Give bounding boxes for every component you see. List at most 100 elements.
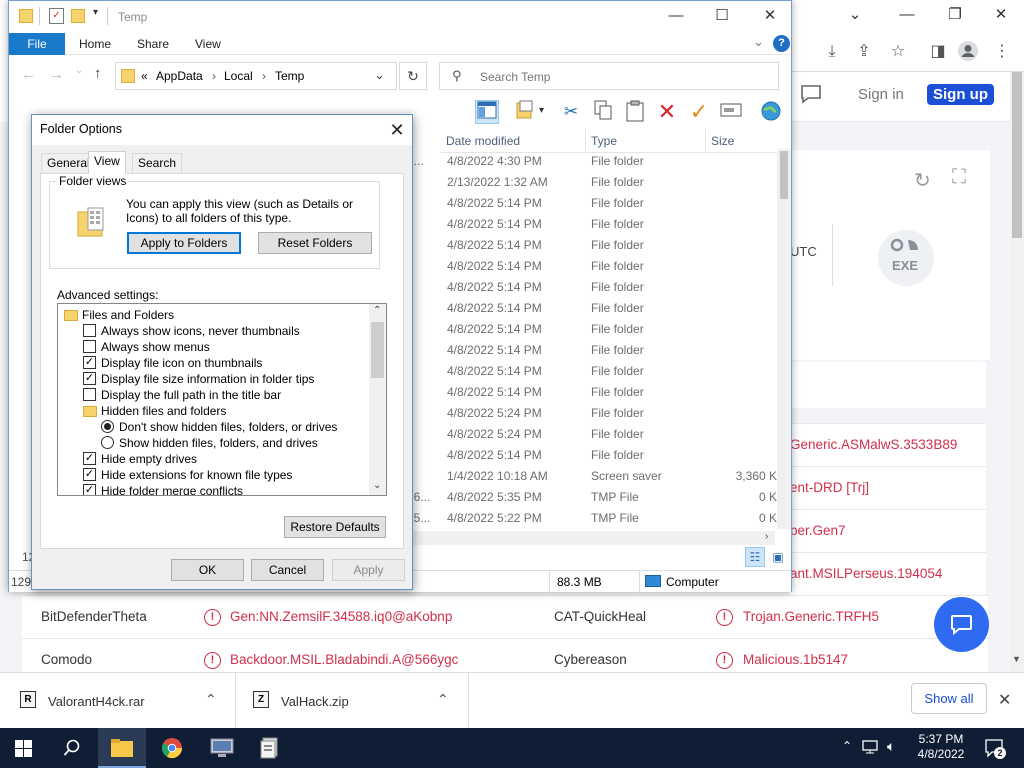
- show-all-button[interactable]: Show all: [911, 683, 987, 714]
- chat-bubble-icon[interactable]: [800, 84, 822, 107]
- checkbox[interactable]: ✓: [83, 356, 96, 369]
- setting-item[interactable]: ✓ Hide empty drives: [62, 451, 372, 467]
- column-type[interactable]: Type: [591, 134, 617, 148]
- restore-icon[interactable]: ❐: [940, 0, 970, 30]
- chevron-up-icon[interactable]: ⌃: [842, 739, 852, 753]
- properties-icon[interactable]: ✓: [49, 8, 64, 24]
- table-row[interactable]: 4/8/2022 5:14 PM File folder: [407, 298, 777, 319]
- ribbon-home-tab[interactable]: Home: [79, 37, 111, 51]
- column-divider[interactable]: [705, 129, 706, 153]
- checkbox[interactable]: [83, 388, 96, 401]
- table-row[interactable]: 3... 4/8/2022 4:30 PM File folder: [407, 151, 777, 172]
- scroll-down-icon[interactable]: ⌄: [373, 480, 381, 491]
- chat-widget-button[interactable]: [934, 597, 989, 652]
- paste-icon[interactable]: [623, 100, 647, 124]
- help-icon[interactable]: ?: [773, 35, 790, 52]
- details-view-icon[interactable]: ☷: [745, 547, 765, 567]
- table-row[interactable]: 4/8/2022 5:14 PM File folder: [407, 277, 777, 298]
- scrollbar-thumb[interactable]: [371, 322, 384, 378]
- forward-arrow-icon[interactable]: →: [49, 66, 64, 83]
- volume-icon[interactable]: 🔈︎: [887, 738, 895, 755]
- setting-item[interactable]: Always show menus: [62, 339, 372, 355]
- page-scrollbar[interactable]: ▼: [1010, 72, 1024, 672]
- graph-icon[interactable]: ⛶: [952, 166, 966, 189]
- breadcrumb-appdata[interactable]: AppData: [156, 69, 203, 83]
- table-row[interactable]: 4/8/2022 5:14 PM File folder: [407, 319, 777, 340]
- search-box[interactable]: ⚲ Search Temp: [439, 62, 779, 90]
- notifications-icon[interactable]: 2: [984, 738, 1006, 759]
- sign-up-button[interactable]: Sign up: [927, 84, 994, 105]
- file-list-scrollbar[interactable]: [777, 149, 791, 529]
- clock[interactable]: 5:37 PM 4/8/2022: [910, 732, 972, 762]
- recent-dropdown-icon[interactable]: ⌄: [75, 65, 83, 76]
- tab-view[interactable]: View: [88, 151, 126, 174]
- close-icon[interactable]: ✕: [384, 117, 410, 143]
- download-item[interactable]: Z ValHack.zip ⌃: [237, 673, 469, 729]
- globe-icon[interactable]: [759, 100, 783, 124]
- table-row[interactable]: 4/8/2022 5:14 PM File folder: [407, 256, 777, 277]
- apply-to-folders-button[interactable]: Apply to Folders: [127, 232, 241, 254]
- delete-icon[interactable]: ✕: [655, 100, 679, 124]
- scroll-down-icon[interactable]: ▼: [1012, 654, 1021, 664]
- share-icon[interactable]: ⇪: [852, 40, 876, 64]
- chevron-down-icon[interactable]: ⌄: [753, 34, 764, 50]
- radio-button[interactable]: [101, 420, 114, 433]
- scrollbar-thumb[interactable]: [1012, 72, 1022, 238]
- new-folder-icon[interactable]: [71, 9, 85, 23]
- checkbox[interactable]: ✓: [83, 468, 96, 481]
- breadcrumb-local[interactable]: Local: [224, 69, 253, 83]
- ok-button[interactable]: OK: [171, 559, 244, 581]
- table-row[interactable]: 4/8/2022 5:14 PM File folder: [407, 214, 777, 235]
- large-icons-view-icon[interactable]: ▣: [769, 547, 787, 567]
- table-row[interactable]: 1/4/2022 10:18 AM Screen saver 3,360 KB: [407, 466, 785, 487]
- minimize-icon[interactable]: —: [892, 0, 922, 30]
- checkbox[interactable]: [83, 324, 96, 337]
- close-icon[interactable]: ✕: [986, 0, 1016, 30]
- menu-kebab-icon[interactable]: ⋮: [990, 40, 1014, 64]
- tab-search[interactable]: Search: [132, 153, 183, 173]
- preview-pane-icon[interactable]: [475, 100, 499, 124]
- table-row[interactable]: 4/8/2022 5:14 PM File folder: [407, 340, 777, 361]
- setting-item[interactable]: Display the full path in the title bar: [62, 387, 372, 403]
- checkmark-icon[interactable]: ✓: [687, 100, 711, 124]
- table-row[interactable]: 4/8/2022 5:14 PM File folder: [407, 235, 777, 256]
- quick-access-dropdown-icon[interactable]: ▾: [93, 7, 98, 18]
- chevron-down-icon[interactable]: ⌄: [374, 67, 385, 83]
- setting-item[interactable]: ✓ Display file size information in folder…: [62, 371, 372, 387]
- table-row[interactable]: 4/8/2022 5:14 PM File folder: [407, 361, 777, 382]
- table-row[interactable]: 4/8/2022 5:14 PM File folder: [407, 382, 777, 403]
- table-row[interactable]: 4/8/2022 5:24 PM File folder: [407, 403, 777, 424]
- horizontal-scrollbar[interactable]: ›: [413, 531, 775, 545]
- checkbox[interactable]: [83, 340, 96, 353]
- setting-item[interactable]: Always show icons, never thumbnails: [62, 323, 372, 339]
- restore-defaults-button[interactable]: Restore Defaults: [284, 516, 386, 538]
- table-row[interactable]: 4/8/2022 5:24 PM File folder: [407, 424, 777, 445]
- download-item[interactable]: R ValorantH4ck.rar ⌃: [0, 673, 236, 729]
- back-arrow-icon[interactable]: ←: [21, 66, 36, 83]
- taskbar-app-4[interactable]: [246, 728, 294, 768]
- refresh-icon[interactable]: ↻: [914, 168, 931, 193]
- setting-item[interactable]: ✓ Hide extensions for known file types: [62, 467, 372, 483]
- column-divider[interactable]: [585, 129, 586, 153]
- refresh-icon[interactable]: ↻: [399, 62, 427, 90]
- cut-icon[interactable]: ✂: [559, 100, 583, 124]
- maximize-icon[interactable]: ☐: [707, 1, 737, 31]
- sign-in-link[interactable]: Sign in: [858, 86, 904, 103]
- column-date-modified[interactable]: Date modified: [446, 134, 520, 148]
- chevron-up-icon[interactable]: ⌃: [437, 691, 449, 708]
- scrollbar-thumb[interactable]: [780, 151, 788, 199]
- table-row[interactable]: 15... 4/8/2022 5:22 PM TMP File 0 KB: [407, 508, 785, 529]
- side-panel-icon[interactable]: ◨: [926, 40, 950, 64]
- table-row[interactable]: 2/13/2022 1:32 AM File folder: [407, 172, 777, 193]
- download-icon[interactable]: ⤓: [820, 40, 844, 64]
- ribbon-view-tab[interactable]: View: [195, 37, 221, 51]
- checkbox[interactable]: ✓: [83, 372, 96, 385]
- chevron-down-icon[interactable]: ⌄: [840, 0, 870, 30]
- properties-icon[interactable]: [513, 100, 537, 124]
- checkbox[interactable]: ✓: [83, 452, 96, 465]
- profile-icon[interactable]: [956, 40, 980, 64]
- reset-folders-button[interactable]: Reset Folders: [258, 232, 372, 254]
- radio-button[interactable]: [101, 436, 114, 449]
- advanced-settings-scrollbar[interactable]: ⌃ ⌄: [369, 304, 386, 495]
- scroll-right-icon[interactable]: ›: [765, 531, 768, 542]
